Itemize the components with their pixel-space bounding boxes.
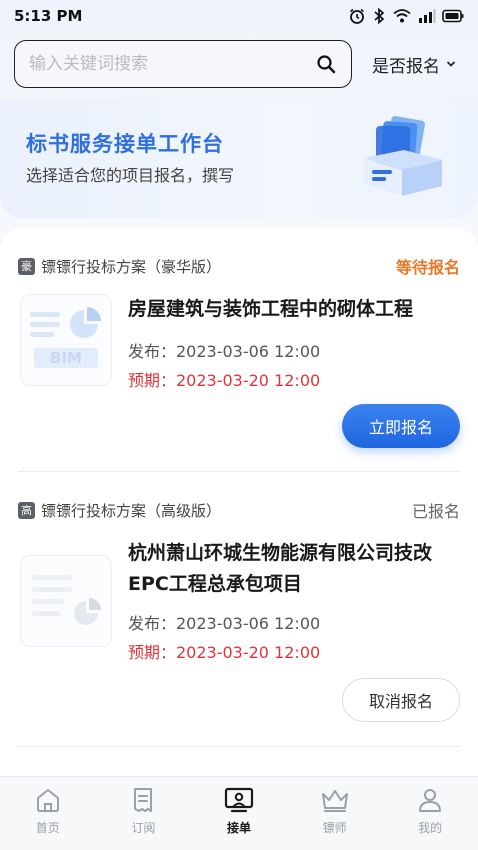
document-box-illustration (364, 116, 442, 196)
order-screen-icon (224, 785, 254, 815)
plan-name: 镖镖行投标方案（豪华版） (41, 257, 222, 276)
due-date: 预期：2023-03-20 12:00 (128, 643, 321, 662)
project-title[interactable]: 杭州萧山环城生物能源有限公司技改EPC工程总承包项目 (128, 538, 463, 600)
publish-date: 发布：2023-03-06 12:00 (128, 614, 321, 633)
signal-icon (419, 9, 436, 23)
plan-badge: 豪 (18, 257, 35, 275)
tab-mine[interactable]: 我的 (390, 785, 470, 836)
plan-badge: 高 (18, 501, 35, 519)
search-row: 是否报名 (14, 40, 464, 88)
plan-info: 高 镖镖行投标方案（高级版） (18, 500, 221, 521)
search-box[interactable] (14, 40, 352, 88)
wifi-icon (393, 9, 411, 23)
tab-label: 镖师 (322, 821, 347, 835)
workbench-banner: 标书服务接单工作台 选择适合您的项目报名，撰写 (0, 100, 478, 218)
status-badge: 等待报名 (395, 258, 460, 277)
tab-label: 首页 (35, 821, 60, 835)
signup-filter-dropdown[interactable]: 是否报名 (372, 52, 456, 77)
tab-label: 我的 (418, 821, 443, 835)
status-icons (348, 7, 464, 25)
tab-label: 接单 (226, 821, 251, 835)
publish-date: 发布：2023-03-06 12:00 (128, 342, 321, 361)
search-input[interactable] (29, 54, 315, 74)
crown-icon (320, 785, 350, 815)
order-item-header: 高 镖镖行投标方案（高级版） 已报名 (18, 498, 460, 522)
bottom-tab-bar: 首页 订阅 接单 镖师 我的 (0, 776, 478, 850)
bim-label: BIM (50, 349, 82, 367)
home-icon (33, 785, 63, 815)
cancel-signup-button[interactable]: 取消报名 (342, 678, 460, 722)
signup-filter-label: 是否报名 (372, 56, 440, 77)
banner-title: 标书服务接单工作台 (26, 132, 224, 156)
due-date: 预期：2023-03-20 12:00 (128, 371, 321, 390)
project-thumbnail (20, 555, 112, 647)
bluetooth-icon (374, 7, 385, 25)
plan-info: 豪 镖镖行投标方案（豪华版） (18, 256, 221, 277)
plan-name: 镖镖行投标方案（高级版） (41, 501, 222, 520)
chevron-down-icon (446, 61, 456, 67)
banner-subtitle: 选择适合您的项目报名，撰写 (26, 166, 235, 185)
order-item[interactable]: 豪 镖镖行投标方案（豪华版） 等待报名 BIM 房屋建筑与装饰工程中的砌体工程 … (18, 254, 460, 474)
search-icon[interactable] (315, 53, 337, 75)
project-thumbnail: BIM (20, 294, 112, 386)
status-time: 5:13 PM (14, 7, 83, 25)
project-title[interactable]: 房屋建筑与装饰工程中的砌体工程 (128, 294, 463, 325)
signup-button[interactable]: 立即报名 (342, 404, 460, 448)
order-item[interactable]: 高 镖镖行投标方案（高级版） 已报名 杭州萧山环城生物能源有限公司技改EPC工程… (18, 498, 460, 728)
tab-home[interactable]: 首页 (8, 785, 88, 836)
tab-orders[interactable]: 接单 (199, 785, 279, 836)
alarm-icon (350, 8, 364, 24)
order-list-card: 豪 镖镖行投标方案（豪华版） 等待报名 BIM 房屋建筑与装饰工程中的砌体工程 … (0, 228, 478, 788)
order-item-header: 豪 镖镖行投标方案（豪华版） 等待报名 (18, 254, 460, 278)
status-bar: 5:13 PM (0, 0, 478, 32)
tab-label: 订阅 (131, 821, 156, 835)
receipt-icon (128, 785, 158, 815)
item-divider (18, 746, 460, 747)
status-badge: 已报名 (411, 502, 460, 521)
item-divider (18, 471, 460, 472)
tab-subscribe[interactable]: 订阅 (103, 785, 183, 836)
battery-icon (442, 9, 464, 23)
tab-escort[interactable]: 镖师 (295, 785, 375, 836)
person-icon (415, 785, 445, 815)
